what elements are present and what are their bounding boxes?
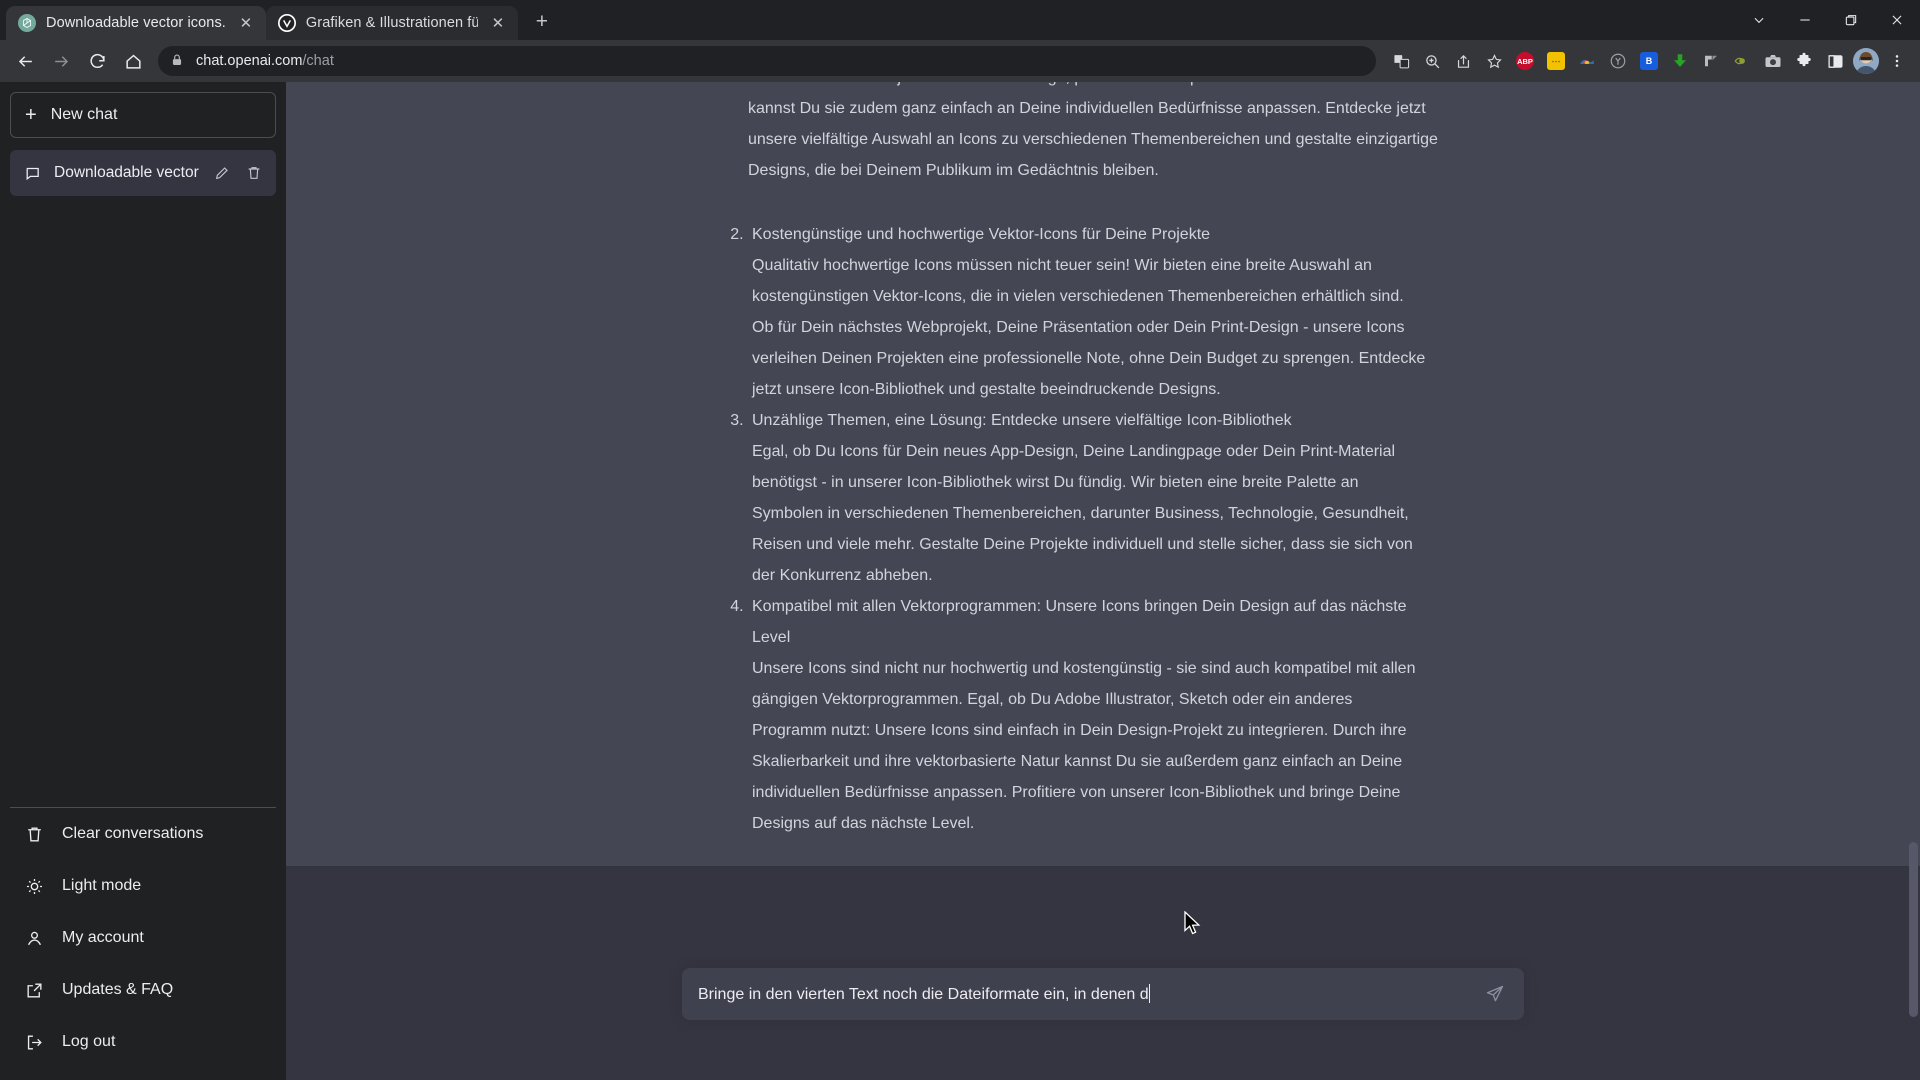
- window-controls: [1736, 0, 1920, 40]
- tab-search-button[interactable]: [1736, 0, 1782, 40]
- side-panel-icon[interactable]: [1820, 46, 1850, 76]
- send-paper-plane-icon[interactable]: [1482, 981, 1508, 1007]
- scrollbar-track[interactable]: [1907, 82, 1920, 1080]
- back-icon[interactable]: [8, 44, 42, 78]
- openai-logo-icon: [18, 14, 36, 32]
- list-item-heading: Unzählige Themen, eine Lösung: Entdecke …: [752, 412, 1292, 429]
- sidebar-item-label: Log out: [62, 1033, 116, 1050]
- url-path: /chat: [302, 53, 334, 69]
- list-item-body: Egal, ob Du Icons für Dein neues App-Des…: [752, 443, 1413, 584]
- external-link-icon: [24, 980, 44, 1000]
- composer-area: Bringe in den vierten Text noch die Date…: [286, 867, 1920, 1080]
- list-item: Kostengünstige und hochwertige Vektor-Ic…: [748, 219, 1426, 405]
- url-text: chat.openai.com/chat: [196, 53, 334, 69]
- minimize-button[interactable]: [1782, 0, 1828, 40]
- conversation-title: Downloadable vector ic: [54, 164, 200, 181]
- message-input-value: Bringe in den vierten Text noch die Date…: [698, 986, 1149, 1003]
- list-item-body: Qualitativ hochwertige Icons müssen nich…: [752, 257, 1426, 398]
- bitwarden-extension-icon[interactable]: B: [1634, 46, 1664, 76]
- browser-toolbar-icons: ABP ⋯ B: [1386, 46, 1912, 76]
- lock-icon: [170, 53, 186, 69]
- sidebar-item-label: My account: [62, 929, 144, 946]
- sidebar-item-light-mode[interactable]: Light mode: [10, 860, 276, 912]
- sidebar-bottom-menu: Clear conversations Light mode My accoun…: [10, 807, 276, 1080]
- eye-dropper-extension-icon[interactable]: [1727, 46, 1757, 76]
- message-input-container[interactable]: Bringe in den vierten Text noch die Date…: [682, 968, 1524, 1020]
- share-icon[interactable]: [1448, 46, 1478, 76]
- list-item-body: Unsere Icons sind nicht nur hochwertig u…: [752, 660, 1416, 832]
- new-chat-label: New chat: [50, 106, 118, 123]
- maximize-button[interactable]: [1828, 0, 1874, 40]
- logout-icon: [24, 1032, 44, 1052]
- wrench-extension-icon[interactable]: [1603, 46, 1633, 76]
- list-item: Kompatibel mit allen Vektorprogrammen: U…: [748, 591, 1426, 839]
- browser-tab-inactive[interactable]: Grafiken & Illustrationen für Vekt ✕: [265, 6, 518, 40]
- browser-window: Downloadable vector icons. ✕ Grafiken & …: [0, 0, 1920, 1080]
- assistant-message: verleihen Deinen Projekten eine hochwert…: [286, 82, 1920, 867]
- message-input[interactable]: Bringe in den vierten Text noch die Date…: [698, 984, 1482, 1004]
- extensions-puzzle-icon[interactable]: [1789, 46, 1819, 76]
- scrollbar-thumb[interactable]: [1909, 842, 1918, 1017]
- tab-title: Downloadable vector icons.: [46, 15, 226, 31]
- profile-avatar[interactable]: [1851, 46, 1881, 76]
- translate-icon[interactable]: [1386, 46, 1416, 76]
- new-chat-button[interactable]: + New chat: [10, 92, 276, 138]
- screenshot-camera-extension-icon[interactable]: [1758, 46, 1788, 76]
- sidebar-item-my-account[interactable]: My account: [10, 912, 276, 964]
- plus-icon: +: [25, 104, 37, 126]
- sidebar-item-label: Light mode: [62, 877, 142, 894]
- sun-icon: [24, 876, 44, 896]
- sidebar-item-log-out[interactable]: Log out: [10, 1016, 276, 1068]
- new-tab-button[interactable]: +: [526, 6, 558, 38]
- colorzilla-extension-icon[interactable]: [1572, 46, 1602, 76]
- sticky-notes-extension-icon[interactable]: ⋯: [1541, 46, 1571, 76]
- tab-title: Grafiken & Illustrationen für Vekt: [305, 15, 478, 31]
- url-domain: chat.openai.com: [196, 53, 303, 69]
- todoist-extension-icon[interactable]: [1696, 46, 1726, 76]
- address-bar[interactable]: chat.openai.com/chat: [158, 46, 1376, 76]
- reload-icon[interactable]: [80, 44, 114, 78]
- home-icon[interactable]: [116, 44, 150, 78]
- pencil-icon[interactable]: [212, 163, 232, 183]
- tab-strip: Downloadable vector icons. ✕ Grafiken & …: [0, 0, 1920, 40]
- chatgpt-app: + New chat Downloadable vector ic Clear …: [0, 82, 1920, 1080]
- list-item: Unzählige Themen, eine Lösung: Entdecke …: [748, 405, 1426, 591]
- sidebar: + New chat Downloadable vector ic Clear …: [0, 82, 286, 1080]
- bookmark-star-icon[interactable]: [1479, 46, 1509, 76]
- trash-icon[interactable]: [244, 163, 264, 183]
- sidebar-item-clear-conversations[interactable]: Clear conversations: [10, 808, 276, 860]
- navigation-toolbar: chat.openai.com/chat ABP ⋯ B: [0, 40, 1920, 82]
- chat-main: verleihen Deinen Projekten eine hochwert…: [286, 82, 1920, 1080]
- mouse-cursor: [1184, 910, 1202, 937]
- assistant-intro-paragraph: verleihen Deinen Projekten eine hochwert…: [748, 82, 1438, 179]
- vectorizer-logo-icon: [277, 14, 296, 32]
- chat-bubble-icon: [22, 163, 42, 183]
- sidebar-item-updates-faq[interactable]: Updates & FAQ: [10, 964, 276, 1016]
- close-icon[interactable]: ✕: [236, 13, 256, 33]
- sidebar-item-label: Clear conversations: [62, 825, 204, 842]
- close-icon[interactable]: ✕: [488, 13, 508, 33]
- browser-tab-active[interactable]: Downloadable vector icons. ✕: [6, 6, 266, 40]
- adblock-plus-extension-icon[interactable]: ABP: [1510, 46, 1540, 76]
- sidebar-item-label: Updates & FAQ: [62, 981, 174, 998]
- forward-icon[interactable]: [44, 44, 78, 78]
- list-item-heading: Kompatibel mit allen Vektorprogrammen: U…: [752, 598, 1407, 646]
- conversation-list-item[interactable]: Downloadable vector ic: [10, 150, 276, 196]
- trash-icon: [24, 824, 44, 844]
- close-window-button[interactable]: [1874, 0, 1920, 40]
- user-icon: [24, 928, 44, 948]
- text-caret: [1148, 984, 1151, 1003]
- chrome-menu-icon[interactable]: [1882, 46, 1912, 76]
- list-item-heading: Kostengünstige und hochwertige Vektor-Ic…: [752, 226, 1211, 243]
- download-manager-extension-icon[interactable]: [1665, 46, 1695, 76]
- zoom-icon[interactable]: [1417, 46, 1447, 76]
- assistant-numbered-list: Kostengünstige und hochwertige Vektor-Ic…: [726, 219, 1426, 839]
